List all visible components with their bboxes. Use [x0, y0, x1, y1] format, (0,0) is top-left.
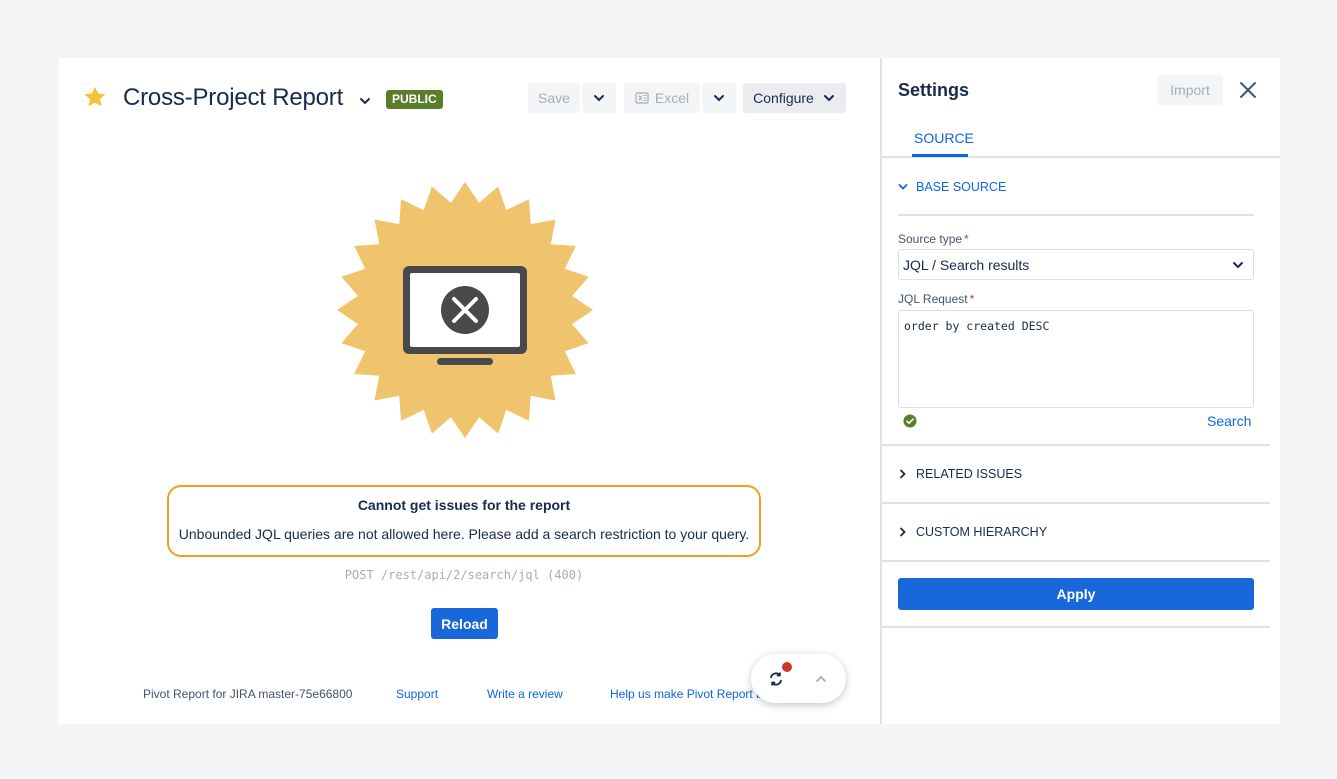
required-mark: * [969, 292, 975, 306]
error-illustration [337, 182, 593, 438]
notification-dot [782, 662, 792, 672]
tab-source[interactable]: SOURCE [914, 130, 974, 146]
chevron-down-icon [714, 95, 724, 102]
save-button[interactable]: Save [528, 83, 580, 113]
star-icon[interactable] [82, 84, 108, 110]
error-message: Unbounded JQL queries are not allowed he… [178, 526, 750, 542]
report-title[interactable]: Cross-Project Report [123, 84, 343, 112]
section-divider [882, 444, 1270, 446]
source-type-select[interactable]: JQL / Search results [898, 249, 1254, 280]
configure-button[interactable]: Configure [743, 83, 846, 113]
save-button-group: Save [528, 83, 616, 113]
error-message-box: Cannot get issues for the report Unbound… [167, 485, 761, 557]
source-type-value: JQL / Search results [903, 256, 1030, 273]
chevron-down-icon [823, 95, 834, 102]
jql-request-input[interactable]: order by created DESC [898, 310, 1254, 408]
jql-request-label-text: JQL Request [898, 292, 968, 306]
tab-active-indicator [912, 154, 968, 157]
apply-button[interactable]: Apply [898, 578, 1254, 610]
section-divider [898, 214, 1254, 216]
excel-dropdown-button[interactable] [702, 83, 736, 113]
floating-widget [751, 654, 846, 703]
public-badge: PUBLIC [386, 90, 443, 109]
save-dropdown-button[interactable] [582, 83, 616, 113]
chevron-right-icon [900, 527, 906, 537]
chevron-down-icon [1233, 261, 1243, 268]
jql-request-label: JQL Request * [898, 292, 974, 306]
base-source-label: BASE SOURCE [916, 180, 1007, 194]
chevron-up-icon[interactable] [814, 672, 828, 686]
search-link[interactable]: Search [1207, 413, 1251, 429]
monitor-error-icon [403, 266, 527, 365]
sync-icon[interactable] [767, 670, 785, 688]
import-button[interactable]: Import [1157, 75, 1223, 105]
base-source-header[interactable]: BASE SOURCE [898, 180, 1006, 194]
chevron-down-icon [898, 184, 908, 190]
close-icon[interactable] [1238, 80, 1258, 100]
support-link[interactable]: Support [396, 687, 438, 701]
section-divider [882, 560, 1270, 562]
excel-icon [635, 92, 649, 104]
chevron-down-icon[interactable] [358, 94, 372, 108]
section-divider [882, 502, 1270, 504]
chevron-right-icon [900, 469, 906, 479]
help-link[interactable]: Help us make Pivot Report b [610, 687, 763, 701]
excel-button[interactable]: Excel [624, 83, 700, 113]
related-issues-label: RELATED ISSUES [916, 467, 1023, 481]
custom-hierarchy-header[interactable]: CUSTOM HIERARCHY [898, 525, 1047, 539]
write-review-link[interactable]: Write a review [487, 687, 563, 701]
footer-version: Pivot Report for JIRA master-75e66800 [143, 687, 353, 701]
reload-button[interactable]: Reload [431, 608, 498, 639]
required-mark: * [964, 232, 969, 246]
settings-title: Settings [898, 80, 970, 100]
chevron-down-icon [594, 95, 604, 102]
section-divider [882, 626, 1270, 628]
related-issues-header[interactable]: RELATED ISSUES [898, 467, 1022, 481]
request-info: POST /rest/api/2/search/jql (400) [344, 568, 584, 582]
check-circle-icon [903, 414, 917, 428]
source-type-label: Source type * [898, 232, 969, 246]
excel-label: Excel [654, 90, 690, 106]
configure-button-group: Configure [743, 83, 846, 113]
custom-hierarchy-label: CUSTOM HIERARCHY [916, 525, 1048, 539]
error-title: Cannot get issues for the report [357, 497, 571, 513]
source-type-label-text: Source type [898, 232, 963, 246]
excel-button-group: Excel [624, 83, 736, 113]
configure-label: Configure [753, 90, 814, 106]
